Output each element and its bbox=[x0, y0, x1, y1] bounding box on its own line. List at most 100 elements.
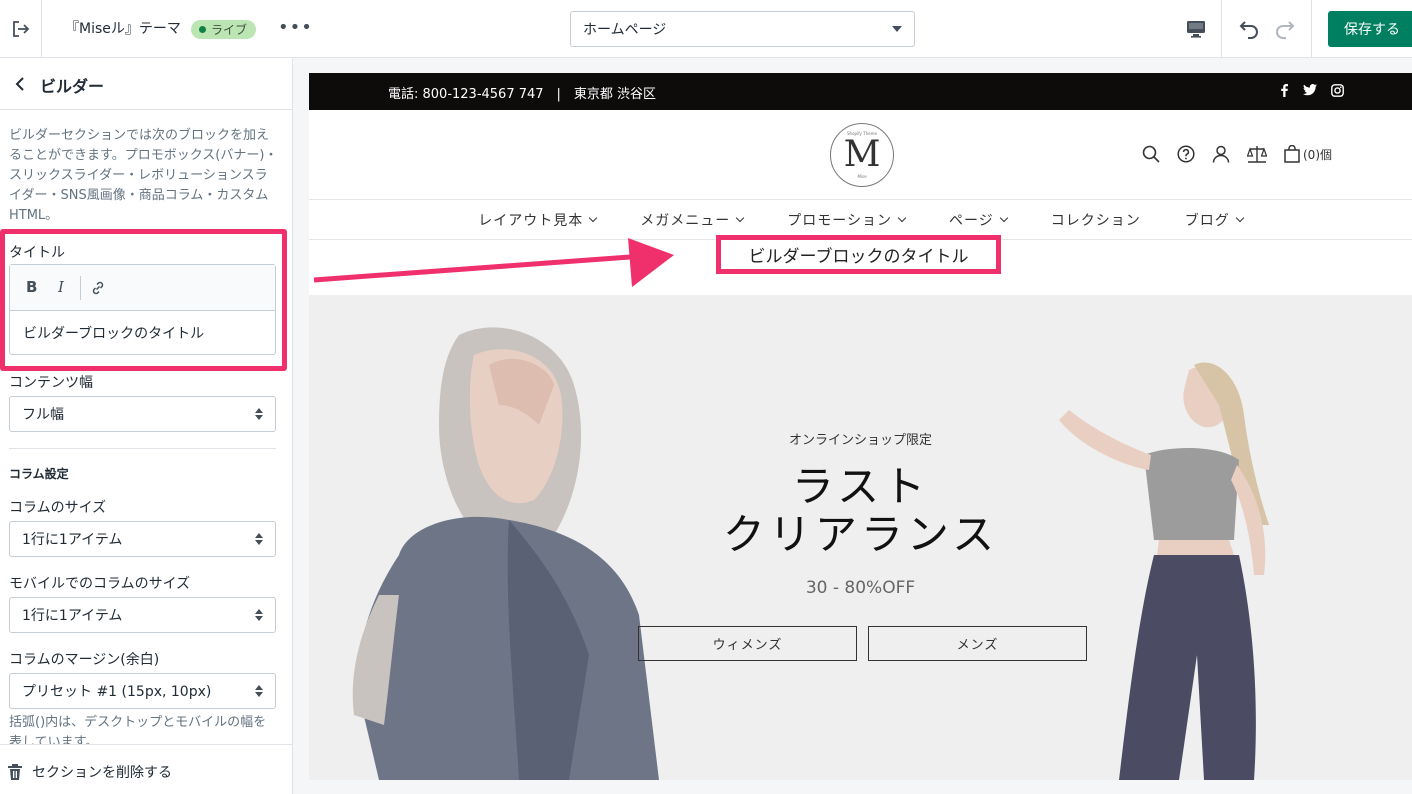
chevron-down-icon bbox=[1235, 213, 1244, 222]
nav-item-label: レイアウト見本 bbox=[478, 212, 584, 229]
chevron-down-icon bbox=[999, 213, 1008, 222]
nav-item-layout[interactable]: レイアウト見本 bbox=[478, 210, 598, 230]
nav-item-mega-menu[interactable]: メガメニュー bbox=[640, 210, 745, 230]
delete-section-button[interactable]: セクションを削除する bbox=[8, 762, 172, 782]
chevron-left-icon bbox=[15, 77, 24, 91]
hero-banner: オンラインショップ限定 ラスト クリアランス 30 - 80%OFF ウィメンズ… bbox=[309, 295, 1412, 780]
search-icon[interactable] bbox=[1142, 145, 1160, 163]
content-width-select[interactable]: フル幅 bbox=[9, 396, 276, 432]
hero-title: ラスト クリアランス bbox=[309, 463, 1412, 559]
live-badge-label: ライブ bbox=[211, 23, 248, 37]
store-logo[interactable]: Shopify Theme M Mise bbox=[830, 123, 894, 187]
nav-item-label: ページ bbox=[949, 212, 994, 229]
delete-section-label: セクションを削除する bbox=[32, 765, 172, 781]
trash-icon bbox=[8, 764, 22, 780]
link-icon bbox=[92, 281, 104, 295]
redo-button[interactable] bbox=[1270, 14, 1300, 44]
mens-button[interactable]: メンズ bbox=[868, 626, 1087, 661]
store-preview: 電話: 800-123-4567 747 | 東京都 渋谷区 Shopify T… bbox=[309, 73, 1412, 780]
help-icon[interactable] bbox=[1177, 145, 1195, 163]
title-rich-text-editor: B I ビルダーブロックのタイトル bbox=[9, 264, 276, 355]
hero-title-line2: クリアランス bbox=[722, 510, 999, 559]
sidebar-footer: セクションを削除する bbox=[0, 744, 292, 794]
column-settings-heading: コラム設定 bbox=[9, 467, 69, 481]
caret-down-icon bbox=[892, 26, 902, 32]
column-size-value: 1行に1アイテム bbox=[22, 532, 123, 548]
column-size-select[interactable]: 1行に1アイテム bbox=[9, 521, 276, 557]
main-navigation: レイアウト見本 メガメニュー プロモーション ページ コレクション ブログ bbox=[309, 200, 1412, 240]
live-badge: ライブ bbox=[191, 20, 257, 39]
account-icon[interactable] bbox=[1212, 145, 1230, 163]
select-arrows-icon bbox=[255, 685, 263, 697]
theme-name: 『Miseル』テーマ bbox=[65, 21, 181, 37]
nav-item-collection[interactable]: コレクション bbox=[1051, 210, 1141, 230]
undo-button[interactable] bbox=[1234, 14, 1264, 44]
more-actions-button[interactable]: ••• bbox=[278, 18, 313, 38]
store-header: Shopify Theme M Mise (0)個 bbox=[309, 110, 1412, 200]
bold-button[interactable]: B bbox=[26, 278, 37, 296]
cart-count: (0)個 bbox=[1303, 147, 1332, 162]
compare-icon[interactable] bbox=[1247, 145, 1267, 163]
rte-separator bbox=[80, 276, 81, 300]
twitter-icon[interactable] bbox=[1303, 84, 1317, 96]
content-width-label: コンテンツ幅 bbox=[9, 375, 93, 391]
section-description: ビルダーセクションでは次のブロックを加えることができます。プロモボックス(バナー… bbox=[9, 128, 278, 223]
page-select-value: ホームページ bbox=[583, 22, 667, 38]
nav-item-pages[interactable]: ページ bbox=[949, 210, 1008, 230]
italic-button[interactable]: I bbox=[58, 278, 64, 296]
chevron-down-icon bbox=[897, 213, 907, 222]
nav-item-label: プロモーション bbox=[787, 212, 892, 229]
social-links bbox=[1279, 83, 1344, 97]
column-margin-value: プリセット #1 (15px, 10px) bbox=[22, 684, 212, 700]
topbar-divider bbox=[1311, 0, 1312, 58]
live-dot-icon bbox=[199, 26, 206, 33]
nav-item-label: ブログ bbox=[1184, 212, 1230, 229]
sidebar: ビルダー ビルダーセクションでは次のブロックを加えることができます。プロモボック… bbox=[0, 58, 293, 794]
exit-button[interactable] bbox=[0, 0, 42, 58]
desktop-preview-button[interactable] bbox=[1170, 0, 1222, 58]
save-button[interactable]: 保存する bbox=[1328, 11, 1412, 47]
undo-icon bbox=[1239, 21, 1258, 39]
select-arrows-icon bbox=[255, 408, 263, 420]
page-select[interactable]: ホームページ bbox=[570, 11, 915, 47]
hero-subtitle: オンラインショップ限定 bbox=[788, 433, 932, 448]
column-margin-select[interactable]: プリセット #1 (15px, 10px) bbox=[9, 673, 276, 709]
mobile-column-size-select[interactable]: 1行に1アイテム bbox=[9, 597, 276, 633]
content-width-value: フル幅 bbox=[22, 407, 64, 423]
hero-title-line1: ラスト bbox=[791, 462, 930, 511]
sidebar-header: ビルダー bbox=[0, 58, 292, 110]
announcement-bar: 電話: 800-123-4567 747 | 東京都 渋谷区 bbox=[309, 73, 1412, 110]
desktop-icon bbox=[1186, 21, 1205, 38]
logo-letter: M bbox=[843, 134, 881, 175]
nav-item-promotion[interactable]: プロモーション bbox=[787, 210, 907, 230]
chevron-down-icon bbox=[589, 213, 598, 222]
header-icons: (0)個 bbox=[1142, 145, 1332, 163]
exit-icon bbox=[12, 21, 29, 37]
announcement-text: 電話: 800-123-4567 747 | 東京都 渋谷区 bbox=[388, 87, 657, 102]
womens-button[interactable]: ウィメンズ bbox=[638, 626, 857, 661]
link-button[interactable] bbox=[90, 280, 106, 300]
nav-item-label: コレクション bbox=[1050, 212, 1141, 229]
rte-toolbar: B I bbox=[10, 265, 275, 311]
sidebar-divider bbox=[9, 448, 276, 449]
column-margin-label: コラムのマージン(余白) bbox=[9, 652, 160, 668]
facebook-icon[interactable] bbox=[1279, 83, 1289, 97]
title-input[interactable]: ビルダーブロックのタイトル bbox=[10, 311, 275, 355]
hero-discount: 30 - 80%OFF bbox=[805, 578, 916, 598]
back-button[interactable] bbox=[10, 74, 30, 94]
chevron-down-icon bbox=[736, 213, 745, 222]
nav-item-label: メガメニュー bbox=[640, 212, 731, 229]
mobile-column-size-label: モバイルでのコラムのサイズ bbox=[9, 576, 191, 592]
column-size-label: コラムのサイズ bbox=[9, 500, 107, 516]
redo-icon bbox=[1276, 21, 1295, 39]
mobile-column-size-value: 1行に1アイテム bbox=[22, 608, 123, 624]
editor-topbar: 『Miseル』テーマ ライブ ••• ホームページ 保存する bbox=[0, 0, 1412, 58]
annotation-arrow bbox=[313, 238, 674, 287]
cart-icon[interactable] bbox=[1284, 145, 1300, 163]
sidebar-title: ビルダー bbox=[40, 77, 105, 96]
nav-item-blog[interactable]: ブログ bbox=[1184, 210, 1244, 230]
instagram-icon[interactable] bbox=[1331, 83, 1344, 97]
logo-bottom-text: Mise bbox=[857, 174, 867, 179]
builder-block-title: ビルダーブロックのタイトル bbox=[716, 235, 1001, 274]
select-arrows-icon bbox=[255, 609, 263, 621]
